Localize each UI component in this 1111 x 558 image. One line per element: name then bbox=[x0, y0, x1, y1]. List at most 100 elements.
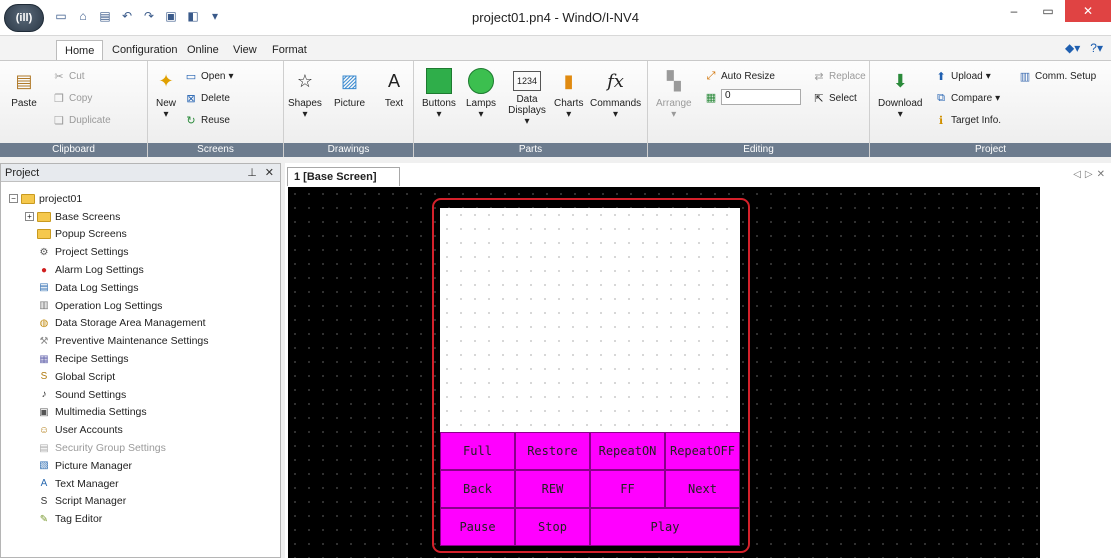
group-parts: Buttons ▾ Lamps ▾ 1234 Data Displays ▾ ▮ Ch… bbox=[414, 61, 648, 157]
tree-item-data-log-settings[interactable]: ▤ Data Log Settings bbox=[1, 279, 281, 297]
picture-icon: ▧ bbox=[39, 460, 49, 472]
grid-icon: ▦ bbox=[705, 91, 717, 104]
scroll-right-icon[interactable]: ▷ bbox=[1085, 169, 1093, 180]
delete-screen-button[interactable]: ⊠ Delete bbox=[184, 91, 230, 105]
hmi-button-rew[interactable]: REW bbox=[515, 470, 590, 508]
expand-icon[interactable]: + bbox=[25, 212, 34, 222]
hmi-button-pause[interactable]: Pause bbox=[440, 508, 515, 546]
pin-icon[interactable]: ⊥ bbox=[247, 166, 257, 179]
group-clipboard: ▤ Paste ✂ Cut ❐ Copy ❏ Duplicate Clipboard bbox=[0, 61, 148, 157]
quick-access-toolbar: ▭ ⌂ ▤ ↶ ↷ ▣ ◧ ▾ bbox=[52, 8, 224, 24]
open-folder-icon[interactable]: ⌂ bbox=[74, 8, 92, 24]
hmi-button-next[interactable]: Next bbox=[665, 470, 740, 508]
tree-item-data-storage-area-management[interactable]: ◍ Data Storage Area Management bbox=[1, 315, 281, 333]
tree-item-operation-log-settings[interactable]: ▥ Operation Log Settings bbox=[1, 297, 281, 315]
commands-button[interactable]: fx Commands ▾ bbox=[590, 67, 641, 121]
undo-icon[interactable]: ↶ bbox=[118, 8, 136, 24]
arrange-button[interactable]: ▚ Arrange ▾ bbox=[656, 67, 692, 121]
panel-close-icon[interactable]: ✕ bbox=[265, 166, 274, 179]
tree-root-project[interactable]: − project01 bbox=[1, 190, 281, 208]
lamps-part-button[interactable]: Lamps ▾ bbox=[466, 67, 496, 120]
tree-item-sound-settings[interactable]: ♪ Sound Settings bbox=[1, 386, 281, 404]
download-button[interactable]: ⬇ Download ▾ bbox=[878, 67, 922, 121]
redo-icon[interactable]: ↷ bbox=[140, 8, 158, 24]
select-button[interactable]: ⇱ Select bbox=[812, 91, 856, 105]
tree-item-user-accounts[interactable]: ☺ User Accounts bbox=[1, 421, 281, 439]
tab-base-screen[interactable]: 1 [Base Screen] bbox=[287, 167, 400, 186]
tree-item-security-group-settings[interactable]: ▤ Security Group Settings bbox=[1, 439, 281, 457]
copy-button[interactable]: ❐ Copy bbox=[52, 91, 92, 105]
replace-button[interactable]: ⇄ Replace bbox=[812, 69, 865, 83]
scissors-icon: ✂ bbox=[54, 70, 64, 83]
tree-item-project-settings[interactable]: ⚙ Project Settings bbox=[1, 243, 281, 261]
tree-item-global-script[interactable]: S Global Script bbox=[1, 368, 281, 386]
tree-item-popup-screens[interactable]: Popup Screens bbox=[1, 226, 281, 244]
auto-resize-button[interactable]: ⤢ Auto Resize bbox=[704, 69, 775, 83]
design-canvas[interactable]: Full Restore RepeatON RepeatOFF Back REW FF Nex… bbox=[288, 187, 1040, 558]
text-icon: A bbox=[40, 478, 48, 490]
data-displays-button[interactable]: 1234 Data Displays ▾ bbox=[508, 67, 546, 127]
square-button-icon bbox=[425, 67, 453, 95]
app-menu-button[interactable]: (ill) bbox=[4, 4, 44, 32]
text-icon: A bbox=[387, 70, 400, 91]
hmi-button-full[interactable]: Full bbox=[440, 432, 515, 470]
open-screen-button[interactable]: ▭ Open ▾ bbox=[184, 69, 234, 83]
base-screen[interactable]: Full Restore RepeatON RepeatOFF Back REW FF Nex… bbox=[440, 208, 740, 546]
hmi-button-back[interactable]: Back bbox=[440, 470, 515, 508]
tab-view[interactable]: View bbox=[225, 40, 265, 60]
qat-dropdown-icon[interactable]: ▾ bbox=[206, 8, 224, 24]
grid-spin-field[interactable]: ▦ 0 bbox=[704, 89, 801, 105]
save-icon[interactable]: ▤ bbox=[96, 8, 114, 24]
tree-item-preventive-maintenance-settings[interactable]: ⚒ Preventive Maintenance Settings bbox=[1, 332, 281, 350]
tree-item-tag-editor[interactable]: ✎ Tag Editor bbox=[1, 510, 281, 528]
help-icon[interactable]: ?▾ bbox=[1090, 41, 1103, 55]
new-screen-button[interactable]: ✦ New ▾ bbox=[152, 67, 180, 121]
paste-button[interactable]: ▤ Paste bbox=[10, 67, 38, 110]
project-tree: − project01 + Base Screens Popup Screens ⚙ Pro… bbox=[1, 190, 281, 528]
tab-format[interactable]: Format bbox=[264, 40, 315, 60]
screen-icon[interactable]: ▣ bbox=[162, 8, 180, 24]
close-button[interactable]: ✕ bbox=[1065, 0, 1111, 22]
close-doc-icon[interactable]: ✕ bbox=[1097, 169, 1105, 180]
maximize-button[interactable]: ▭ bbox=[1031, 0, 1065, 22]
style-icon[interactable]: ◆▾ bbox=[1065, 41, 1080, 55]
charts-button[interactable]: ▮ Charts ▾ bbox=[554, 67, 583, 121]
lamp-icon bbox=[467, 67, 495, 95]
hmi-button-repeatoff[interactable]: RepeatOFF bbox=[665, 432, 740, 470]
tree-item-text-manager[interactable]: A Text Manager bbox=[1, 475, 281, 493]
hmi-button-repeaton[interactable]: RepeatON bbox=[590, 432, 665, 470]
compare-icon: ⧉ bbox=[937, 91, 945, 104]
tab-configuration[interactable]: Configuration bbox=[104, 40, 185, 60]
comm-setup-button[interactable]: ▥ Comm. Setup bbox=[1018, 69, 1096, 83]
project-panel-header: Project ⊥ ✕ bbox=[1, 164, 280, 182]
compare-button[interactable]: ⧉ Compare ▾ bbox=[934, 91, 1000, 105]
transfer-icon[interactable]: ◧ bbox=[184, 8, 202, 24]
reuse-screen-button[interactable]: ↻ Reuse bbox=[184, 113, 230, 127]
minimize-button[interactable]: – bbox=[997, 0, 1031, 22]
target-info-button[interactable]: ℹ Target Info. bbox=[934, 113, 1001, 127]
cut-button[interactable]: ✂ Cut bbox=[52, 69, 84, 83]
clipboard-icon: ▤ bbox=[15, 70, 33, 91]
hmi-button-restore[interactable]: Restore bbox=[515, 432, 590, 470]
picture-button[interactable]: ▨ Picture bbox=[334, 67, 365, 110]
tab-online[interactable]: Online bbox=[179, 40, 227, 60]
hmi-button-play[interactable]: Play bbox=[590, 508, 740, 546]
scroll-left-icon[interactable]: ◁ bbox=[1073, 169, 1081, 180]
collapse-icon[interactable]: − bbox=[9, 194, 18, 204]
tree-item-script-manager[interactable]: S Script Manager bbox=[1, 493, 281, 511]
new-file-icon[interactable]: ▭ bbox=[52, 8, 70, 24]
tab-home[interactable]: Home bbox=[56, 40, 104, 60]
upload-button[interactable]: ⬆ Upload ▾ bbox=[934, 69, 990, 83]
tree-item-picture-manager[interactable]: ▧ Picture Manager bbox=[1, 457, 281, 475]
hmi-button-stop[interactable]: Stop bbox=[515, 508, 590, 546]
ribbon: ▤ Paste ✂ Cut ❐ Copy ❏ Duplicate Clipboard … bbox=[0, 60, 1111, 157]
tree-item-alarm-log-settings[interactable]: ● Alarm Log Settings bbox=[1, 261, 281, 279]
buttons-part-button[interactable]: Buttons ▾ bbox=[422, 67, 456, 120]
tree-item-recipe-settings[interactable]: ▦ Recipe Settings bbox=[1, 350, 281, 368]
tree-item-multimedia-settings[interactable]: ▣ Multimedia Settings bbox=[1, 404, 281, 422]
tree-item-base-screens[interactable]: + Base Screens bbox=[1, 208, 281, 226]
text-button[interactable]: A Text bbox=[380, 67, 408, 110]
hmi-button-ff[interactable]: FF bbox=[590, 470, 665, 508]
shapes-button[interactable]: ☆ Shapes ▾ bbox=[288, 67, 322, 121]
duplicate-button[interactable]: ❏ Duplicate bbox=[52, 113, 111, 127]
